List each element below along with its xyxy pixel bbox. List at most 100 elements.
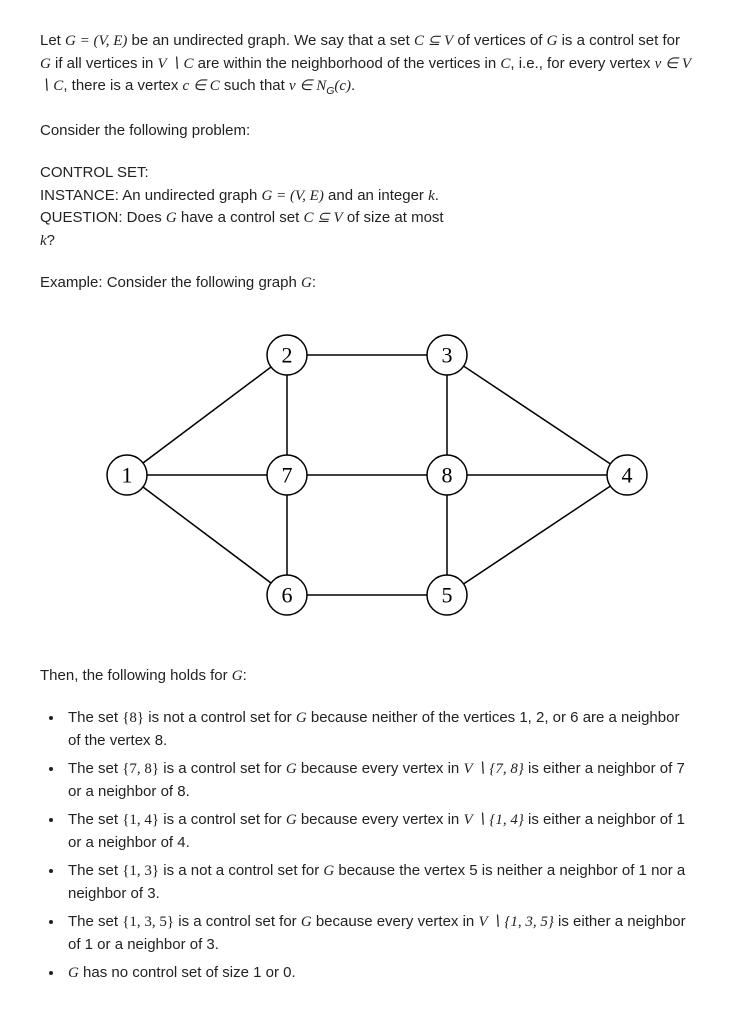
math-set: {8} (122, 710, 144, 726)
control-set-title: CONTROL SET: (40, 162, 694, 185)
math-G: G (296, 710, 307, 726)
text: of size at most (343, 209, 444, 226)
math-CsubV: C ⊆ V (414, 33, 453, 49)
text: have a control set (177, 209, 304, 226)
intro-paragraph: Let G = (V, E) be an undirected graph. W… (40, 30, 694, 100)
svg-text:6: 6 (282, 582, 293, 607)
math-G: G (323, 863, 334, 879)
math-GVE: G = (V, E) (65, 33, 127, 49)
svg-text:5: 5 (442, 582, 453, 607)
math-G: G (232, 668, 243, 684)
text: is not a control set for (144, 709, 296, 726)
text: is a control set for (174, 913, 301, 930)
text: The set (68, 913, 122, 930)
instance-line: INSTANCE: An undirected graph G = (V, E)… (40, 185, 694, 208)
math-G: G (286, 812, 297, 828)
text: QUESTION: Does (40, 209, 166, 226)
math-VminusC: V ∖ C (158, 56, 194, 72)
node-7: 7 (267, 455, 307, 495)
bullet-list: The set {8} is not a control set for G b… (40, 707, 694, 985)
question-line: QUESTION: Does G have a control set C ⊆ … (40, 207, 694, 230)
math-G: G (547, 33, 558, 49)
list-item: The set {1, 4} is a control set for G be… (64, 809, 694, 854)
math-G: G (301, 914, 312, 930)
text: be an undirected graph. We say that a se… (127, 32, 414, 49)
math-v-set: V ∖ {1, 4} (463, 812, 523, 828)
k-question-line: k? (40, 230, 694, 253)
math-v-set: V ∖ {7, 8} (463, 761, 523, 777)
svg-text:1: 1 (122, 462, 133, 487)
text: : (312, 274, 316, 291)
math-C: C (500, 56, 510, 72)
list-item: G has no control set of size 1 or 0. (64, 962, 694, 985)
text: and an integer (324, 187, 428, 204)
svg-text:8: 8 (442, 462, 453, 487)
list-item: The set {1, 3} is a not a control set fo… (64, 860, 694, 905)
text: because every vertex in (297, 811, 464, 828)
node-3: 3 (427, 335, 467, 375)
text: . (435, 187, 439, 204)
text: : (243, 667, 247, 684)
math-G: G (286, 761, 297, 777)
text: Then, the following holds for (40, 667, 232, 684)
node-8: 8 (427, 455, 467, 495)
svg-text:7: 7 (282, 462, 293, 487)
text: Example: Consider the following graph (40, 274, 301, 291)
math-CsubV: C ⊆ V (303, 210, 342, 226)
text: because every vertex in (297, 760, 464, 777)
node-6: 6 (267, 575, 307, 615)
svg-text:4: 4 (622, 462, 633, 487)
list-item: The set {1, 3, 5} is a control set for G… (64, 911, 694, 956)
text: is a control set for (159, 760, 286, 777)
math-k: k (40, 233, 47, 249)
text: has no control set of size 1 or 0. (79, 964, 296, 981)
math-set: {1, 4} (122, 812, 159, 828)
text: The set (68, 862, 122, 879)
edge-5-4 (447, 475, 627, 595)
text: The set (68, 760, 122, 777)
svg-text:2: 2 (282, 342, 293, 367)
text: . (351, 77, 355, 94)
text: is a control set for (557, 32, 680, 49)
list-item: The set {8} is not a control set for G b… (64, 707, 694, 752)
node-1: 1 (107, 455, 147, 495)
text: , i.e., for every vertex (510, 55, 654, 72)
math-G: G (166, 210, 177, 226)
text: if all vertices in (51, 55, 158, 72)
text: of vertices of (453, 32, 546, 49)
text: is a not a control set for (159, 862, 323, 879)
text: such that (220, 77, 289, 94)
text: The set (68, 709, 122, 726)
node-5: 5 (427, 575, 467, 615)
node-2: 2 (267, 335, 307, 375)
math-GVE: G = (V, E) (262, 188, 324, 204)
graph-diagram: 1 2 3 4 5 6 7 8 (67, 315, 667, 635)
consider-paragraph: Consider the following problem: (40, 120, 694, 143)
text: because every vertex in (312, 913, 479, 930)
math-NGc-a: v ∈ N (289, 78, 326, 94)
edge-1-6 (127, 475, 287, 595)
example-paragraph: Example: Consider the following graph G: (40, 272, 694, 295)
math-cinC: c ∈ C (183, 78, 220, 94)
edge-3-4 (447, 355, 627, 475)
math-set: {7, 8} (122, 761, 159, 777)
list-item: The set {7, 8} is a control set for G be… (64, 758, 694, 803)
page-root: Let G = (V, E) be an undirected graph. W… (0, 0, 734, 1031)
text: , there is a vertex (63, 77, 182, 94)
math-set: {1, 3, 5} (122, 914, 174, 930)
problem-block: CONTROL SET: INSTANCE: An undirected gra… (40, 162, 694, 252)
then-paragraph: Then, the following holds for G: (40, 665, 694, 688)
text: are within the neighborhood of the verti… (194, 55, 501, 72)
edge-1-2 (127, 355, 287, 475)
math-G: G (40, 56, 51, 72)
math-G: G (301, 275, 312, 291)
math-set: {1, 3} (122, 863, 159, 879)
math-NGc-b: (c) (334, 78, 351, 94)
math-v-set: V ∖ {1, 3, 5} (478, 914, 553, 930)
text: is a control set for (159, 811, 286, 828)
math-G: G (68, 965, 79, 981)
node-4: 4 (607, 455, 647, 495)
text: Let (40, 32, 65, 49)
text: The set (68, 811, 122, 828)
math-k: k (428, 188, 435, 204)
